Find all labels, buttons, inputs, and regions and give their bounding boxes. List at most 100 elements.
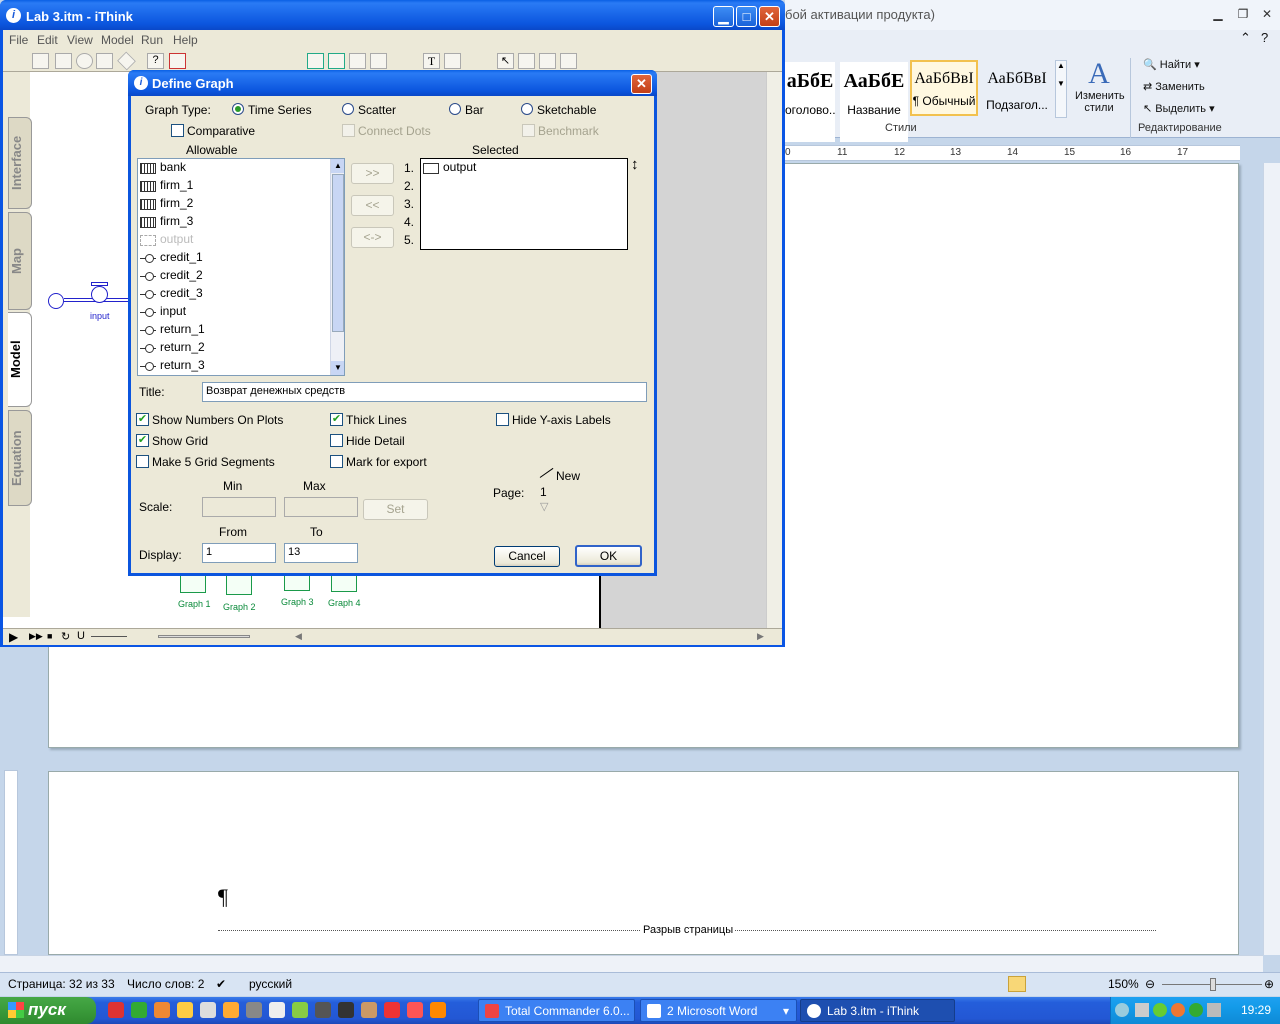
tab-map[interactable]: Map (8, 212, 32, 310)
stop-icon[interactable]: ■ (47, 631, 52, 641)
allowable-item[interactable]: firm_1 (138, 178, 344, 196)
quicklaunch-icon[interactable] (177, 1002, 193, 1018)
style-normal[interactable]: АаБбВвI ¶ Обычный (910, 60, 978, 116)
graph-label[interactable]: Graph 2 (223, 602, 256, 612)
radio-bar[interactable] (449, 103, 461, 115)
restart-icon[interactable]: ↻ (61, 630, 70, 643)
quicklaunch-icon[interactable] (315, 1002, 331, 1018)
allowable-item[interactable]: input (138, 304, 344, 322)
canvas-hscroll[interactable] (158, 635, 250, 638)
mark-export-label[interactable]: Mark for export (346, 455, 427, 469)
table-tool-icon[interactable] (328, 53, 345, 69)
status-words[interactable]: Число слов: 2 (127, 977, 204, 991)
hide-detail-label[interactable]: Hide Detail (346, 434, 405, 448)
five-grid-checkbox[interactable] (136, 455, 149, 468)
change-styles-button[interactable]: A Изменить стили (1075, 58, 1125, 120)
graph-tool-icon[interactable] (307, 53, 324, 69)
style-subtitle[interactable]: АаБбВвI Подзагол... (983, 62, 1051, 142)
comparative-label[interactable]: Comparative (187, 124, 255, 138)
allowable-item[interactable]: credit_2 (138, 268, 344, 286)
selected-list[interactable]: output (420, 158, 628, 250)
help-icon[interactable]: ⌃ (1240, 30, 1251, 46)
start-button[interactable]: пуск (0, 997, 96, 1024)
tray-app-icon[interactable] (1153, 1003, 1167, 1017)
swap-button[interactable]: <-> (351, 227, 394, 248)
menu-model[interactable]: Model (101, 33, 134, 47)
units-icon[interactable]: U (77, 630, 85, 642)
print-layout-icon[interactable] (1008, 976, 1026, 992)
mark-export-checkbox[interactable] (330, 455, 343, 468)
scroll-thumb[interactable] (332, 174, 344, 332)
module-tool-icon[interactable] (349, 53, 366, 69)
task-ithink[interactable]: Lab 3.itm - iThink (800, 999, 955, 1022)
close-button[interactable]: ✕ (759, 6, 780, 27)
paintbrush-tool-icon[interactable] (518, 53, 535, 69)
ghost-tool-icon[interactable] (560, 53, 577, 69)
status-language[interactable]: русский (249, 977, 292, 991)
allowable-item[interactable]: return_2 (138, 340, 344, 358)
comparative-checkbox[interactable] (171, 124, 184, 137)
thick-lines-label[interactable]: Thick Lines (346, 413, 407, 427)
graph-label[interactable]: Graph 1 (178, 599, 211, 609)
quicklaunch-icon[interactable] (269, 1002, 285, 1018)
title-input[interactable]: Возврат денежных средств (202, 382, 647, 402)
allowable-item[interactable]: credit_3 (138, 286, 344, 304)
remove-from-selected-button[interactable]: << (351, 195, 394, 216)
menu-help[interactable]: Help (173, 33, 198, 47)
radio-sketchable[interactable] (521, 103, 533, 115)
ithink-vertical-scrollbar[interactable] (766, 72, 782, 628)
show-numbers-label[interactable]: Show Numbers On Plots (152, 413, 283, 427)
dialog-titlebar[interactable]: i Define Graph ✕ (128, 70, 657, 96)
time-series-label[interactable]: Time Series (248, 103, 312, 117)
tray-app-icon[interactable] (1171, 1003, 1185, 1017)
play-icon[interactable]: ▶ (9, 630, 18, 644)
button-tool-icon[interactable] (370, 53, 387, 69)
ithink-titlebar[interactable]: i Lab 3.itm - iThink ▁ □ ✕ (0, 0, 785, 30)
benchmark-label[interactable]: Benchmark (538, 124, 599, 138)
connect-dots-label[interactable]: Connect Dots (358, 124, 431, 138)
converter-tool-icon[interactable] (76, 53, 93, 69)
display-from-input[interactable]: 1 (202, 543, 276, 563)
style-heading1[interactable]: аБбЕ оголово... (785, 62, 835, 142)
allowable-item[interactable]: output (138, 232, 344, 250)
zoom-in-icon[interactable]: ⊕ (1264, 977, 1274, 991)
quicklaunch-icon[interactable] (223, 1002, 239, 1018)
word-vertical-scrollbar[interactable] (1263, 163, 1280, 955)
delete-tool-icon[interactable] (169, 53, 186, 69)
allowable-list[interactable]: bank firm_1 firm_2 firm_3 output credit_1 cred… (137, 158, 345, 376)
quicklaunch-icon[interactable] (108, 1002, 124, 1018)
pointer-tool-icon[interactable]: ↖ (497, 53, 514, 69)
scale-min-input[interactable] (202, 497, 276, 517)
page-new-arrow-icon[interactable] (539, 467, 554, 478)
task-word[interactable]: 2 Microsoft Word ▾ (640, 999, 797, 1022)
styles-scroll[interactable]: ▲ ▼ (1055, 60, 1067, 118)
add-to-selected-button[interactable]: >> (351, 163, 394, 184)
text-tool-icon[interactable]: T (423, 53, 440, 69)
task-total-commander[interactable]: Total Commander 6.0... (478, 999, 635, 1022)
allowable-item[interactable]: credit_1 (138, 250, 344, 268)
scroll-left-icon[interactable]: ◀ (295, 631, 302, 642)
selected-item[interactable]: output (421, 160, 627, 178)
zoom-level[interactable]: 150% (1108, 977, 1139, 991)
display-to-input[interactable]: 13 (284, 543, 358, 563)
page-new-label[interactable]: New (556, 469, 580, 483)
flow-valve-icon[interactable] (91, 286, 108, 303)
dialog-close-button[interactable]: ✕ (631, 74, 652, 94)
quicklaunch-icon[interactable] (407, 1002, 423, 1018)
hide-detail-checkbox[interactable] (330, 434, 343, 447)
graph-label[interactable]: Graph 3 (281, 597, 314, 607)
show-numbers-checkbox[interactable]: ✔ (136, 413, 149, 426)
set-button[interactable]: Set (363, 499, 428, 520)
restore-icon[interactable]: ❐ (1235, 6, 1251, 22)
tray-app-icon[interactable] (1189, 1003, 1203, 1017)
bar-label[interactable]: Bar (465, 103, 484, 117)
scroll-down-icon[interactable]: ▼ (331, 361, 344, 375)
speed-slider[interactable] (91, 636, 127, 637)
menu-run[interactable]: Run (141, 33, 163, 47)
ok-button[interactable]: OK (575, 545, 642, 567)
menu-edit[interactable]: Edit (37, 33, 58, 47)
spellcheck-icon[interactable]: ✔ (216, 977, 226, 991)
flow-tool-icon[interactable] (55, 53, 72, 69)
scatter-label[interactable]: Scatter (358, 103, 396, 117)
hide-y-labels-label[interactable]: Hide Y-axis Labels (512, 413, 611, 427)
